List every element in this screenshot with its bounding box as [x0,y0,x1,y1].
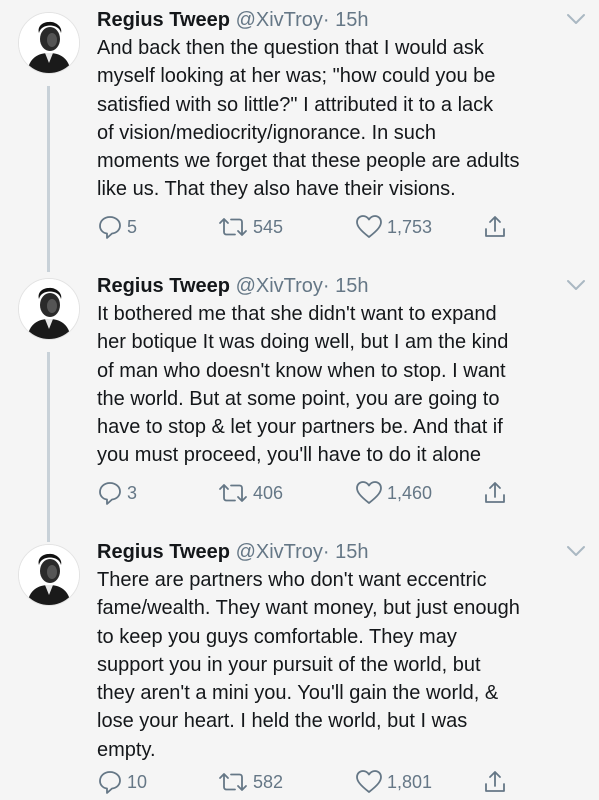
tweet-text-line: her botique It was doing well, but I am … [97,331,509,354]
tweet[interactable]: Regius Tweep @XivTroy· 15h There are par… [0,532,599,800]
tweet-text-line: moments we forget that these people are … [97,150,520,173]
like-count: 1,753 [387,216,433,237]
tweet-text: There are partners who don't want eccent… [97,566,587,764]
chevron-down-icon[interactable] [566,544,586,558]
tweet-text-line: the world. But at some point, you are go… [97,387,500,410]
tweet-text-line: satisfied with so little?" I attributed … [97,93,494,116]
share-icon [482,480,512,506]
tweet-text-line: to keep you guys comfortable. They may [97,625,457,648]
share-icon [482,214,512,240]
like-button[interactable]: 1,460 [355,478,432,508]
tweet-text: And back then the question that I would … [97,34,587,204]
tweet-text: It bothered me that she didn't want to e… [97,300,587,470]
author-handle[interactable]: @XivTroy [236,9,323,31]
share-button[interactable] [482,767,512,797]
tweet-header: Regius Tweep @XivTroy· 15h [97,272,369,300]
reply-button[interactable]: 5 [97,212,137,242]
like-count: 1,460 [387,482,433,503]
tweet-text-line: lose your heart. I held the world, but I… [97,710,468,733]
share-button[interactable] [482,478,512,508]
tweet-text-line: you must proceed, you'll have to do it a… [97,444,482,467]
tweet[interactable]: Regius Tweep @XivTroy· 15h It bothered m… [0,266,599,531]
avatar[interactable] [18,544,80,606]
reply-button[interactable]: 3 [97,478,137,508]
avatar[interactable] [18,278,80,340]
heart-icon [355,769,387,795]
retweet-count: 545 [253,216,284,237]
tweet-text-line: have to stop & let your partners be. And… [97,416,503,439]
like-count: 1,801 [387,771,433,792]
timestamp[interactable]: · 15h [323,275,369,297]
chevron-down-icon[interactable] [566,12,586,26]
tweet-text-line: of man who doesn't know when to stop. I … [97,359,506,382]
tweet-text-line: And back then the question that I would … [97,37,484,59]
timestamp[interactable]: · 15h [323,541,369,563]
reply-count: 3 [127,482,138,503]
retweet-icon [217,480,253,506]
author-handle[interactable]: @XivTroy [236,541,323,563]
author-name[interactable]: Regius Tweep [97,275,230,297]
retweet-button[interactable]: 545 [217,212,283,242]
tweet-actions: 5 545 1,753 [97,212,587,242]
tweet-header: Regius Tweep @XivTroy· 15h [97,6,369,34]
timestamp[interactable]: · 15h [323,9,369,31]
tweet-text-line: like us. That they also have their visio… [97,178,456,201]
tweet-text-line: of vision/mediocrity/ignorance. In such [97,121,437,144]
author-handle[interactable]: @XivTroy [236,275,323,297]
tweet-actions: 3 406 1,460 [97,478,587,508]
tweet-text-line: There are partners who don't want eccent… [97,569,487,591]
tweet[interactable]: Regius Tweep @XivTroy· 15h And back then… [0,0,599,260]
tweet-actions: 10 582 1,801 [97,767,587,797]
like-button[interactable]: 1,801 [355,767,432,797]
reply-icon [97,214,127,240]
retweet-count: 582 [253,771,284,792]
reply-button[interactable]: 10 [97,767,147,797]
heart-icon [355,480,387,506]
retweet-button[interactable]: 582 [217,767,283,797]
tweet-text-line: they aren't a mini you. You'll gain the … [97,682,499,705]
avatar[interactable] [18,12,80,74]
tweet-text-line: It bothered me that she didn't want to e… [97,303,497,325]
tweet-header: Regius Tweep @XivTroy· 15h [97,538,369,566]
reply-icon [97,480,127,506]
tweet-text-line: support you in your pursuit of the world… [97,653,481,676]
reply-count: 5 [127,216,138,237]
retweet-icon [217,214,253,240]
tweet-text-line: fame/wealth. They want money, but just e… [97,597,520,620]
chevron-down-icon[interactable] [566,278,586,292]
author-name[interactable]: Regius Tweep [97,9,230,31]
tweet-text-line: empty. [97,738,156,761]
retweet-count: 406 [253,482,284,503]
heart-icon [355,214,387,240]
retweet-button[interactable]: 406 [217,478,283,508]
reply-count: 10 [127,771,148,792]
like-button[interactable]: 1,753 [355,212,432,242]
share-button[interactable] [482,212,512,242]
share-icon [482,769,512,795]
author-name[interactable]: Regius Tweep [97,541,230,563]
retweet-icon [217,769,253,795]
reply-icon [97,769,127,795]
tweet-text-line: myself looking at her was; "how could yo… [97,65,496,88]
